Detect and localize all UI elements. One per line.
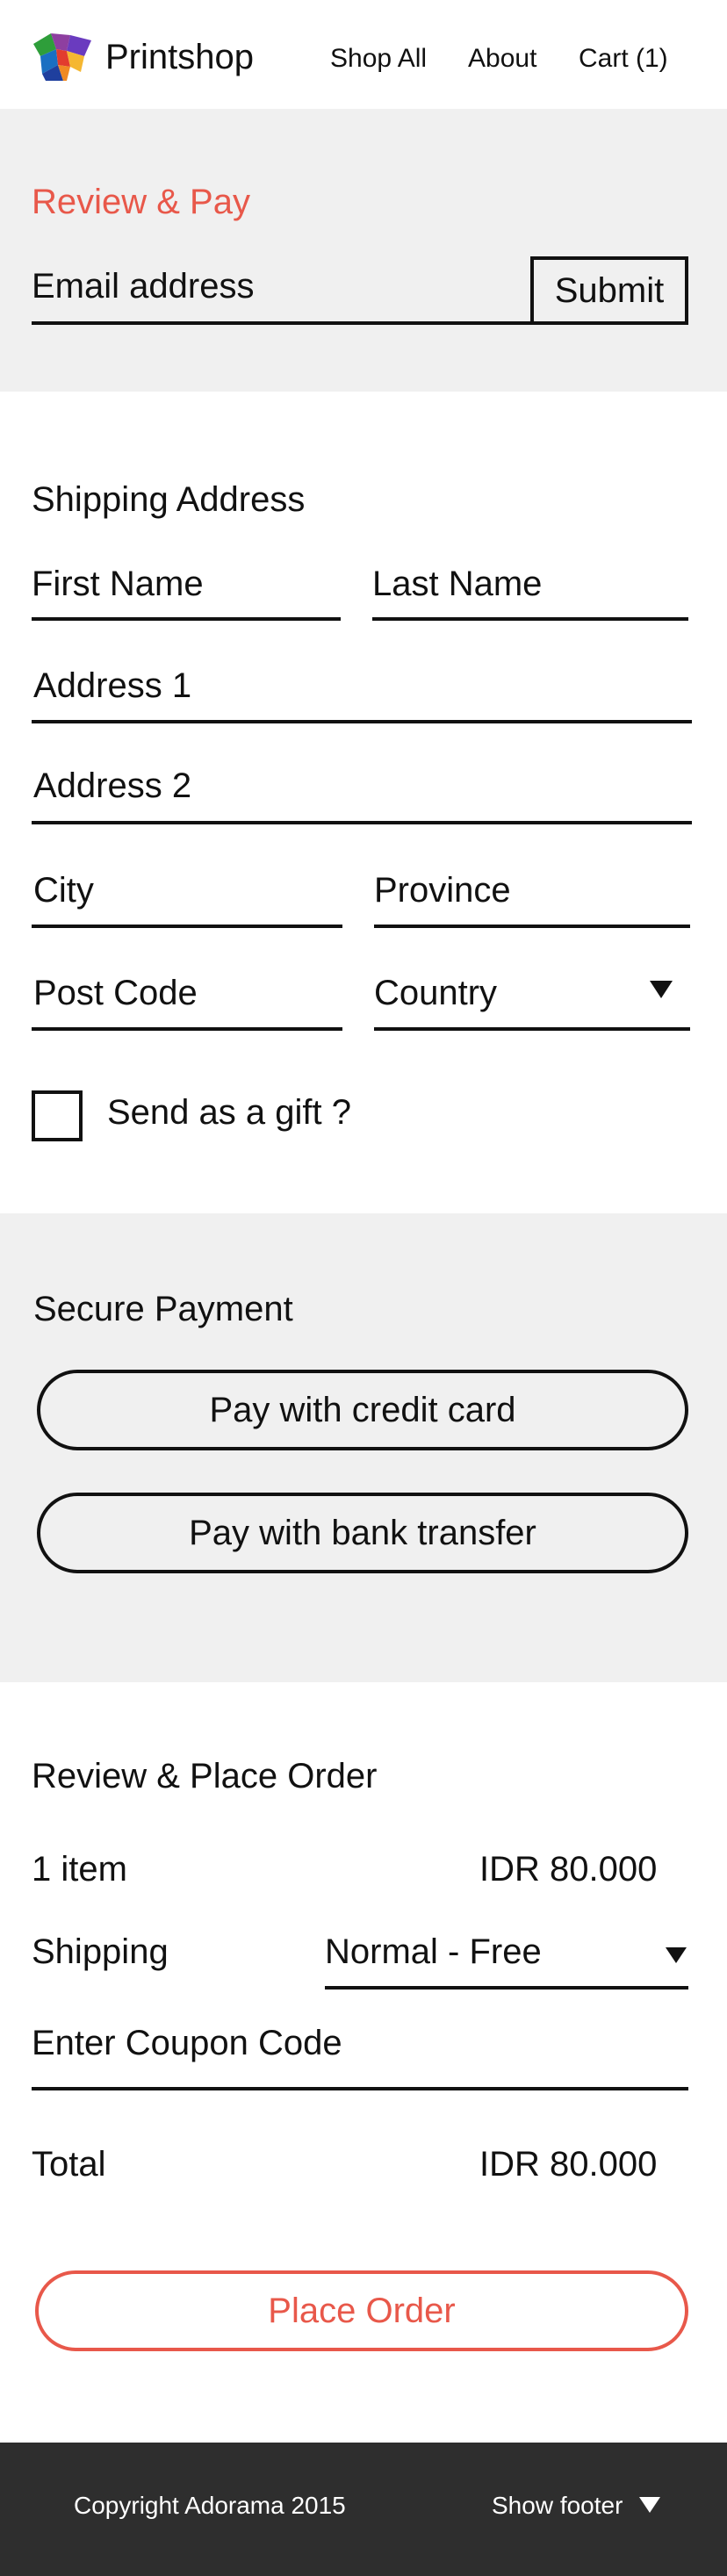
address2-underline [32,821,692,824]
shipping-method-select[interactable]: Normal - Free [325,1930,542,1974]
first-name-field[interactable]: First Name [32,562,204,606]
bank-transfer-button[interactable]: Pay with bank transfer [37,1493,688,1573]
credit-card-button[interactable]: Pay with credit card [37,1370,688,1450]
chevron-down-icon[interactable] [650,981,673,998]
place-order-button[interactable]: Place Order [35,2270,688,2351]
review-pay-section: Review & Pay Email address Submit [0,109,727,392]
country-underline [374,1027,690,1031]
shipping-title: Shipping Address [32,480,306,519]
nav-about[interactable]: About [468,41,536,76]
city-field[interactable]: City [33,868,94,912]
review-pay-title: Review & Pay [32,183,250,221]
nav-cart[interactable]: Cart (1) [579,41,668,76]
post-code-field[interactable]: Post Code [33,971,198,1015]
post-code-underline [32,1027,342,1031]
last-name-underline [372,617,688,621]
shipping-label: Shipping [32,1932,169,1971]
chevron-down-icon[interactable] [666,1947,687,1963]
payment-section: Secure Payment Pay with credit card Pay … [0,1213,727,1682]
gift-label: Send as a gift ? [107,1093,351,1132]
province-field[interactable]: Province [374,868,511,912]
address1-field[interactable]: Address 1 [33,664,191,708]
total-value: IDR 80.000 [479,2145,658,2184]
last-name-field[interactable]: Last Name [372,562,542,606]
address1-underline [32,720,692,723]
address2-field[interactable]: Address 2 [33,764,191,808]
coupon-underline [32,2087,688,2090]
items-value: IDR 80.000 [479,1850,658,1889]
shipping-underline [325,1986,688,1990]
items-label: 1 item [32,1850,127,1889]
payment-title: Secure Payment [33,1290,293,1328]
province-underline [374,925,690,928]
brand-name[interactable]: Printshop [105,35,254,79]
gift-checkbox[interactable] [32,1090,83,1141]
submit-button[interactable]: Submit [530,256,688,325]
first-name-underline [32,617,341,621]
total-label: Total [32,2145,106,2184]
site-header: Printshop Shop All About Cart (1) [0,0,727,109]
coupon-field[interactable]: Enter Coupon Code [32,2021,342,2065]
site-footer: Copyright Adorama 2015 Show footer [0,2443,727,2576]
copyright-text: Copyright Adorama 2015 [74,2492,346,2519]
country-select[interactable]: Country [374,971,497,1015]
nav-shop-all[interactable]: Shop All [330,41,427,76]
email-field[interactable]: Email address [32,264,254,308]
show-footer-toggle[interactable]: Show footer [492,2490,623,2522]
chevron-down-icon[interactable] [639,2497,660,2513]
email-underline [32,321,530,325]
order-title: Review & Place Order [32,1757,378,1795]
printshop-logo-icon[interactable] [32,33,93,81]
city-underline [32,925,342,928]
